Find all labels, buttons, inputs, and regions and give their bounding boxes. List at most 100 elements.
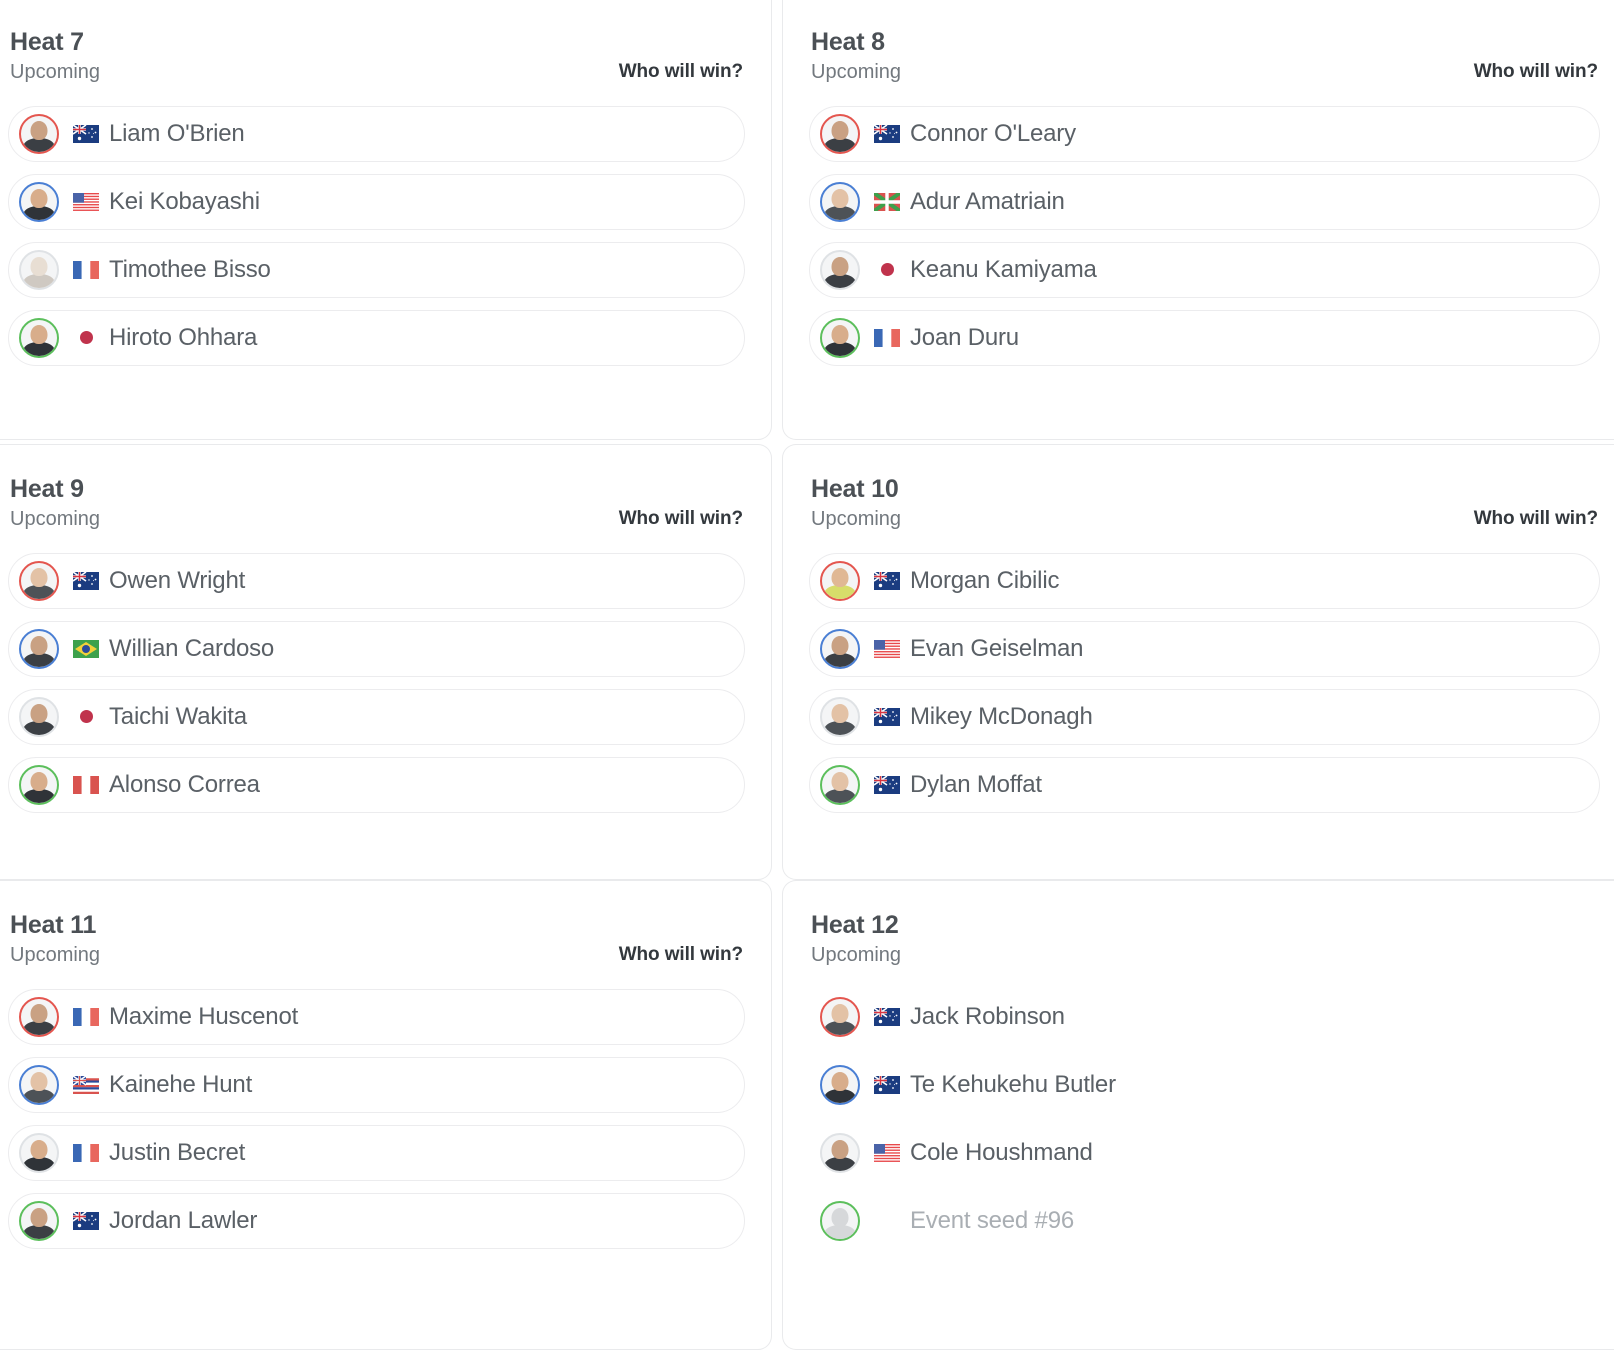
athlete-row[interactable]: Timothee Bisso	[8, 241, 745, 298]
avatar	[19, 696, 59, 737]
avatar	[19, 113, 59, 154]
athlete-list: Liam O'Brien Kei Kobayashi Timothee Bisso H…	[8, 105, 745, 366]
who-will-win-label[interactable]: Who will win?	[619, 944, 743, 966]
athlete-name: Liam O'Brien	[109, 119, 245, 147]
athlete-name: Willian Cardoso	[109, 634, 275, 662]
flag-japan-icon	[71, 331, 101, 345]
flag-australia-icon	[71, 124, 101, 143]
avatar	[19, 249, 59, 290]
avatar	[820, 1132, 860, 1173]
athlete-list: Owen Wright Willian Cardoso Taichi Wakita A…	[8, 552, 745, 813]
athlete-list: Maxime Huscenot Kainehe Hunt Justin Becret…	[8, 988, 745, 1249]
athlete-name: Taichi Wakita	[109, 702, 247, 730]
athlete-name: Event seed #96	[910, 1206, 1074, 1234]
avatar-placeholder-icon	[820, 1200, 860, 1241]
heat-title: Heat 11	[10, 911, 97, 939]
avatar	[820, 317, 860, 358]
avatar	[820, 181, 860, 222]
athlete-name: Jack Robinson	[910, 1002, 1065, 1030]
avatar	[19, 1064, 59, 1105]
flag-hawaii-icon	[71, 1075, 101, 1094]
flag-australia-icon	[71, 1211, 101, 1230]
athlete-name: Owen Wright	[109, 566, 246, 594]
heat-card: Heat 8 Upcoming Who will win? Connor O'Lear…	[782, 0, 1614, 440]
athlete-row[interactable]: Willian Cardoso	[8, 620, 745, 677]
athlete-name: Connor O'Leary	[910, 119, 1076, 147]
athlete-name: Kei Kobayashi	[109, 187, 260, 215]
athlete-name: Justin Becret	[109, 1138, 246, 1166]
heat-card: Heat 9 Upcoming Who will win? Owen Wright Wi…	[0, 444, 772, 880]
athlete-row-placeholder: Event seed #96	[809, 1193, 1600, 1249]
avatar	[19, 996, 59, 1037]
athlete-row[interactable]: Justin Becret	[8, 1124, 745, 1181]
heat-card: Heat 10 Upcoming Who will win? Morgan Cibil…	[782, 444, 1614, 880]
who-will-win-label[interactable]: Who will win?	[1474, 508, 1598, 530]
athlete-name: Keanu Kamiyama	[910, 255, 1097, 283]
athlete-row: Te Kehukehu Butler	[809, 1057, 1600, 1113]
athlete-list: Morgan Cibilic Evan Geiselman Mikey McDona…	[809, 552, 1600, 813]
athlete-row[interactable]: Hiroto Ohhara	[8, 309, 745, 366]
athlete-row[interactable]: Keanu Kamiyama	[809, 241, 1600, 298]
athlete-row[interactable]: Maxime Huscenot	[8, 988, 745, 1045]
flag-france-icon	[71, 1143, 101, 1162]
athlete-row[interactable]: Kainehe Hunt	[8, 1056, 745, 1113]
athlete-row[interactable]: Owen Wright	[8, 552, 745, 609]
heat-card-header: Heat 8 Upcoming Who will win?	[809, 28, 1600, 84]
athlete-row[interactable]: Mikey McDonagh	[809, 688, 1600, 745]
athlete-row[interactable]: Kei Kobayashi	[8, 173, 745, 230]
athlete-name: Mikey McDonagh	[910, 702, 1093, 730]
athlete-name: Maxime Huscenot	[109, 1002, 299, 1030]
athlete-list: Jack Robinson Te Kehukehu Butler Cole Hous…	[809, 989, 1600, 1249]
athlete-name: Adur Amatriain	[910, 187, 1065, 215]
flag-united-states-icon	[872, 639, 902, 658]
flag-australia-icon	[872, 1075, 902, 1094]
athlete-row[interactable]: Connor O'Leary	[809, 105, 1600, 162]
heat-card-header: Heat 7 Upcoming Who will win?	[8, 28, 745, 84]
heat-card-header: Heat 11 Upcoming Who will win?	[8, 911, 745, 967]
heat-card-header: Heat 12 Upcoming	[809, 911, 1600, 967]
athlete-row[interactable]: Evan Geiselman	[809, 620, 1600, 677]
athlete-row[interactable]: Morgan Cibilic	[809, 552, 1600, 609]
who-will-win-label[interactable]: Who will win?	[619, 508, 743, 530]
athlete-row: Cole Houshmand	[809, 1125, 1600, 1181]
flag-australia-icon	[872, 707, 902, 726]
avatar	[820, 560, 860, 601]
avatar	[820, 628, 860, 669]
athlete-name: Jordan Lawler	[109, 1206, 258, 1234]
heat-title: Heat 9	[10, 475, 84, 503]
heat-grid: Heat 7 Upcoming Who will win? Liam O'Brien K…	[0, 0, 1614, 1350]
flag-japan-icon	[872, 263, 902, 277]
athlete-name: Te Kehukehu Butler	[910, 1070, 1116, 1098]
athlete-row[interactable]: Liam O'Brien	[8, 105, 745, 162]
athlete-row[interactable]: Taichi Wakita	[8, 688, 745, 745]
heat-card: Heat 7 Upcoming Who will win? Liam O'Brien K…	[0, 0, 772, 440]
flag-australia-icon	[872, 571, 902, 590]
avatar	[820, 696, 860, 737]
athlete-name: Morgan Cibilic	[910, 566, 1060, 594]
athlete-row[interactable]: Alonso Correa	[8, 756, 745, 813]
athlete-row[interactable]: Adur Amatriain	[809, 173, 1600, 230]
flag-united-states-icon	[872, 1143, 902, 1162]
heat-title: Heat 12	[811, 911, 899, 939]
athlete-row[interactable]: Dylan Moffat	[809, 756, 1600, 813]
flag-brazil-icon	[71, 639, 101, 658]
avatar	[19, 560, 59, 601]
flag-france-icon	[71, 1007, 101, 1026]
heat-card: Heat 12 Upcoming Jack Robinson Te Kehukehu …	[782, 880, 1614, 1350]
flag-france-icon	[71, 260, 101, 279]
flag-united-states-icon	[71, 192, 101, 211]
who-will-win-label[interactable]: Who will win?	[1474, 61, 1598, 83]
flag-australia-icon	[872, 775, 902, 794]
avatar	[19, 764, 59, 805]
flag-peru-icon	[71, 775, 101, 794]
avatar	[820, 764, 860, 805]
athlete-row[interactable]: Jordan Lawler	[8, 1192, 745, 1249]
heat-title: Heat 10	[811, 475, 899, 503]
avatar	[19, 1132, 59, 1173]
athlete-row[interactable]: Joan Duru	[809, 309, 1600, 366]
athlete-row: Jack Robinson	[809, 989, 1600, 1045]
heat-title: Heat 7	[10, 28, 84, 56]
who-will-win-label[interactable]: Who will win?	[619, 61, 743, 83]
flag-japan-icon	[71, 710, 101, 724]
heat-card-header: Heat 9 Upcoming Who will win?	[8, 475, 745, 531]
